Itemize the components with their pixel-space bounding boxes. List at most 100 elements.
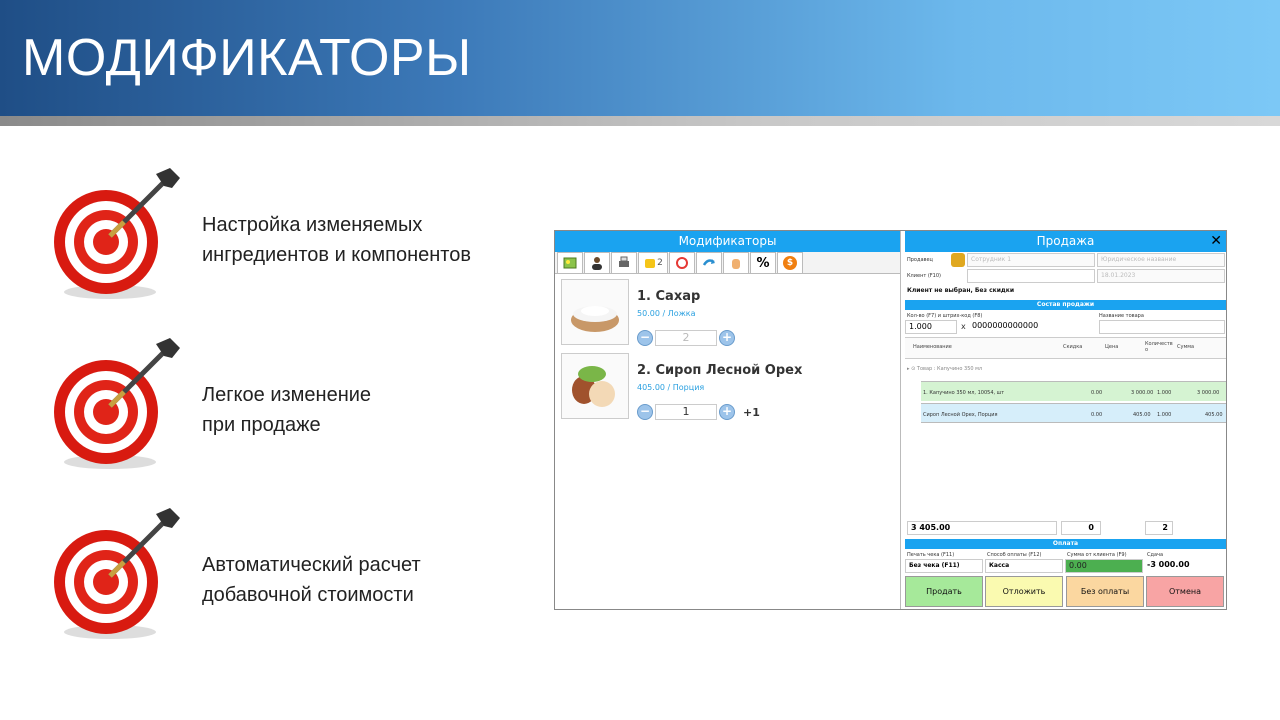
bullet-item: Настройка изменяемых ингредиентов и комп… (52, 164, 532, 304)
hazelnut-image (561, 353, 629, 419)
bullet-text: Автоматический расчет добавочной стоимос… (202, 554, 421, 606)
clock-icon[interactable] (669, 252, 695, 273)
cancel-button[interactable]: Отмена (1146, 576, 1224, 607)
date-field[interactable]: 18.01.2023 (1097, 269, 1225, 283)
row-sum: 405.00 (1205, 412, 1223, 418)
composition-title: Состав продажи (905, 300, 1226, 310)
sale-panel: Продажа ✕ Продавец Сотрудник 1 Юридическ… (905, 231, 1226, 609)
bullet-item: Легкое изменение при продаже (52, 334, 532, 474)
sell-button[interactable]: Продать (905, 576, 983, 607)
client-field[interactable] (967, 269, 1095, 283)
puzzle-icon[interactable]: 2 (638, 252, 668, 273)
postpone-button[interactable]: Отложить (985, 576, 1063, 607)
modifier-item[interactable]: 2. Сироп Лесной Орех 405.00 / Порция − 1… (561, 353, 891, 423)
row-name: 1. Капучино 350 мл, 10054, шт (923, 390, 1005, 396)
qty-label: Кол-во (F7) и штрих-код (F8) (907, 313, 983, 319)
image-icon[interactable] (557, 252, 583, 273)
receipt-select[interactable]: Без чека (F11) (905, 559, 983, 573)
minus-button[interactable]: − (637, 330, 653, 346)
user-icon[interactable] (584, 252, 610, 273)
bullet-text: Легкое изменение при продаже (202, 384, 372, 436)
dart-target-icon (54, 168, 180, 299)
col-name: Наименование (913, 344, 952, 350)
col-qty: Количество (1145, 341, 1173, 353)
app-screenshot: Модификаторы 2 % $ 1. Сахар 50.00 / Ложк… (554, 230, 1227, 610)
row-price: 3 000.00 (1131, 390, 1154, 396)
quantity-stepper: − 2 + (637, 329, 735, 347)
modifier-price: 50.00 / Ложка (637, 309, 696, 318)
dart-target-icon (54, 508, 180, 639)
hand-icon[interactable] (723, 252, 749, 273)
col-sum: Сумма (1177, 344, 1195, 350)
sale-title: Продажа (1036, 234, 1095, 248)
minus-button[interactable]: − (637, 404, 653, 420)
total-discount: 0 (1061, 521, 1101, 535)
table-row[interactable]: Сироп Лесной Орех, Порция 0.00 405.00 1.… (921, 403, 1226, 423)
table-row[interactable]: 1. Капучино 350 мл, 10054, шт 0.00 3 000… (921, 381, 1226, 401)
product-name-input[interactable] (1099, 320, 1225, 334)
grid-header: Наименование Скидка Цена Количество Сумм… (905, 337, 1226, 359)
coin-tab-label: $ (783, 256, 797, 270)
bullet-text: Настройка изменяемых ингредиентов и комп… (202, 214, 471, 266)
barcode-input[interactable]: 0000000000000 (969, 320, 1097, 334)
slide-title: МОДИФИКАТОРЫ (22, 29, 472, 87)
quantity-value[interactable]: 2 (655, 330, 717, 346)
col-discount: Скидка (1063, 344, 1083, 350)
quantity-extra: +1 (743, 405, 760, 419)
redo-icon[interactable] (696, 252, 722, 273)
group-row[interactable]: ▸ ⊙ Товар : Капучино 350 мл (907, 366, 982, 372)
percent-tab[interactable]: % (750, 252, 776, 273)
quantity-stepper: − 1 + +1 (637, 403, 760, 421)
dart-target-icon (54, 338, 180, 469)
no-payment-button[interactable]: Без оплаты (1066, 576, 1144, 607)
times-sign: x (961, 322, 966, 331)
header-divider (0, 116, 1280, 126)
client-status: Клиент не выбран, Без скидки (907, 287, 1015, 294)
modifier-name: 1. Сахар (637, 289, 701, 304)
modifier-item[interactable]: 1. Сахар 50.00 / Ложка − 2 + (561, 279, 891, 349)
sale-header: Продажа ✕ (905, 231, 1226, 252)
modifiers-header: Модификаторы (555, 231, 900, 252)
total-count: 2 (1145, 521, 1173, 535)
lock-icon[interactable] (951, 253, 965, 267)
printer-icon[interactable] (611, 252, 637, 273)
close-icon[interactable]: ✕ (1210, 231, 1222, 252)
title-banner: МОДИФИКАТОРЫ (0, 0, 1280, 116)
seller-label: Продавец (907, 257, 933, 263)
pay-method-select[interactable]: Касса (985, 559, 1063, 573)
change-label: Сдача (1147, 552, 1164, 558)
qty-input[interactable]: 1.000 (905, 320, 957, 334)
active-tab-count: 2 (657, 258, 663, 268)
slide: МОДИФИКАТОРЫ Настройка изменяемых ингред… (0, 0, 1280, 720)
payment-title: Оплата (905, 539, 1226, 549)
modifier-name: 2. Сироп Лесной Орех (637, 363, 803, 378)
receipt-label: Печать чека (F11) (907, 552, 955, 558)
row-qty: 1.000 (1157, 412, 1172, 418)
toolbar-tabs: 2 % $ (555, 252, 900, 274)
row-name: Сироп Лесной Орех, Порция (923, 412, 998, 418)
modifiers-panel: Модификаторы 2 % $ 1. Сахар 50.00 / Ложк… (555, 231, 901, 609)
client-sum-label: Сумма от клиента (F9) (1067, 552, 1127, 558)
seller-select[interactable]: Сотрудник 1 (967, 253, 1095, 267)
row-qty: 1.000 (1157, 390, 1172, 396)
pay-method-label: Способ оплаты (F12) (987, 552, 1042, 558)
plus-button[interactable]: + (719, 330, 735, 346)
group-row-label: Товар : Капучино 350 мл (916, 366, 983, 372)
modifier-price: 405.00 / Порция (637, 383, 705, 392)
col-price: Цена (1105, 344, 1119, 350)
bullet-item: Автоматический расчет добавочной стоимос… (52, 504, 532, 644)
quantity-value[interactable]: 1 (655, 404, 717, 420)
client-sum-input[interactable]: 0.00 (1065, 559, 1143, 573)
total-sum: 3 405.00 (907, 521, 1057, 535)
client-label: Клиент (F10) (907, 273, 941, 279)
coin-icon[interactable]: $ (777, 252, 803, 273)
row-price: 405.00 (1133, 412, 1151, 418)
plus-button[interactable]: + (719, 404, 735, 420)
expand-icon[interactable]: ▸ ⊙ (907, 366, 915, 372)
legal-name-select[interactable]: Юридическое название (1097, 253, 1225, 267)
row-discount: 0.00 (1091, 412, 1103, 418)
row-sum: 3 000.00 (1197, 390, 1220, 396)
change-value: -3 000.00 (1147, 560, 1190, 569)
sugar-bowl-image (561, 279, 629, 345)
product-name-label: Название товара (1099, 313, 1144, 319)
